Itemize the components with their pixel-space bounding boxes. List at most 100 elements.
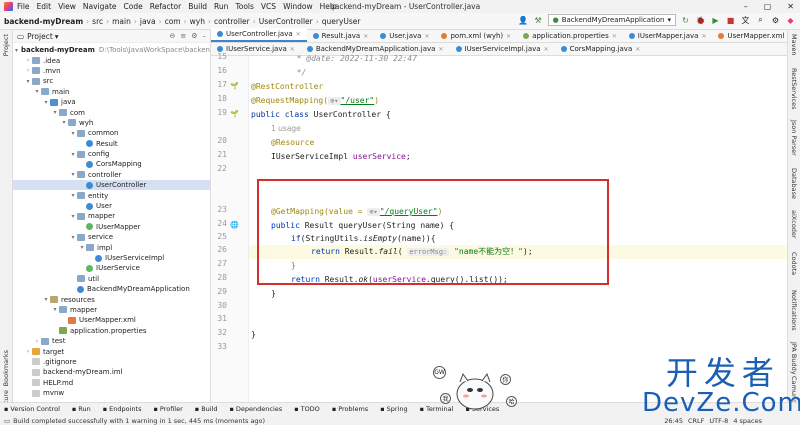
aixcoder-tool-button[interactable]: aiXcoder [790,210,798,239]
menu-file[interactable]: File [17,2,30,11]
status-26-45[interactable]: 26:45 [664,417,683,425]
translate-icon[interactable]: 文 [740,15,751,26]
chevron-down-icon[interactable]: ▾ [55,32,59,41]
menu-build[interactable]: Build [188,2,207,11]
chevron-down-icon[interactable]: ▾ [42,296,50,303]
chevron-down-icon[interactable]: ▾ [24,78,32,85]
editor-tab[interactable]: Result.java ✕ [307,30,375,42]
tree-item[interactable]: ▾ entity [13,190,210,200]
tree-item[interactable]: User [13,201,210,211]
chevron-down-icon[interactable]: ▾ [69,130,77,137]
tree-item[interactable]: UserMapper.xml [13,315,210,325]
tree-item[interactable]: ▾ src [13,76,210,86]
rerun-icon[interactable]: ↻ [680,15,691,26]
restservices-tool-button[interactable]: RestServices [790,68,798,110]
chevron-down-icon[interactable]: ▾ [69,213,77,220]
endpoint-icon[interactable]: 🌐 [230,221,239,229]
chevron-down-icon[interactable]: ▾ [69,171,77,178]
stop-icon[interactable]: ■ [725,15,736,26]
maven-tool-button[interactable]: Maven [790,34,798,56]
tree-item[interactable]: ▾ main [13,87,210,97]
tree-item[interactable]: ▾ com [13,107,210,117]
menu-vcs[interactable]: VCS [261,2,276,11]
profiler-tool-button[interactable]: ▪ Profiler [153,405,182,413]
spring-bean-icon[interactable]: 🌱 [230,110,239,118]
chevron-down-icon[interactable]: ▾ [15,47,18,54]
codota-tool-button[interactable]: Codota [790,252,798,275]
tree-item[interactable]: CorsMapping [13,159,210,169]
editor-tab[interactable]: IUserMapper.java ✕ [623,30,713,42]
coverage-icon[interactable]: ▶ [710,15,721,26]
database-tool-button[interactable]: Database [790,168,798,199]
chevron-down-icon[interactable]: ▾ [51,109,59,116]
menu-window[interactable]: Window [283,2,313,11]
maximize-icon[interactable]: ▢ [764,2,772,11]
code-area[interactable]: * @date: 2022-11-30 22:47 */ @RestContro… [249,54,787,402]
breadcrumb-item[interactable]: UserController [259,17,313,26]
user-icon[interactable]: 👤 [518,15,529,26]
tree-item[interactable]: ▾ wyh [13,118,210,128]
tree-item[interactable]: mvnw [13,388,210,398]
close-icon[interactable]: ✕ [787,2,794,11]
close-tab-icon[interactable]: ✕ [701,33,706,40]
problems-tool-button[interactable]: ▪ Problems [332,405,368,413]
breadcrumb-item[interactable]: com [165,17,181,26]
breadcrumb-item[interactable]: controller [214,17,250,26]
json-parser-tool-button[interactable]: Json Parser [790,120,798,156]
tree-item[interactable]: IUserMapper [13,222,210,232]
breadcrumb-item[interactable]: backend-myDream [4,17,83,26]
todo-tool-button[interactable]: ▪ TODO [294,405,320,413]
tree-item[interactable]: ▾ config [13,149,210,159]
notifications-tool-button[interactable]: Notifications [790,290,798,331]
tree-item[interactable]: Result [13,139,210,149]
project-view-selector[interactable]: Project [27,32,53,41]
hammer-icon[interactable]: ⚒ [533,15,544,26]
tree-item[interactable]: application.properties [13,326,210,336]
tree-item[interactable]: util [13,274,210,284]
tree-item[interactable]: backend-myDream.iml [13,367,210,377]
breadcrumb-item[interactable]: wyh [190,17,205,26]
tree-item[interactable]: IUserServiceImpl [13,253,210,263]
menu-tools[interactable]: Tools [235,2,253,11]
tree-item[interactable]: BackendMyDreamApplication [13,284,210,294]
tree-item[interactable]: › .mvn [13,66,210,76]
tree-item[interactable]: HELP.md [13,378,210,388]
menu-refactor[interactable]: Refactor [150,2,181,11]
close-tab-icon[interactable]: ✕ [506,33,511,40]
chevron-down-icon[interactable]: ▾ [78,244,86,251]
search-icon[interactable]: ⌕ [755,15,766,26]
tree-item[interactable]: › test [13,336,210,346]
breadcrumb-item[interactable]: java [140,17,156,26]
status-4-spaces[interactable]: 4 spaces [733,417,762,425]
close-tab-icon[interactable]: ✕ [363,33,368,40]
close-tab-icon[interactable]: ✕ [544,46,549,53]
menu-view[interactable]: View [58,2,76,11]
editor-tab[interactable]: User.java ✕ [374,30,435,42]
close-tab-icon[interactable]: ✕ [612,33,617,40]
menu-run[interactable]: Run [214,2,228,11]
hide-icon[interactable]: – [203,32,207,40]
gear-icon[interactable]: ⚙ [191,32,197,40]
spring-tool-button[interactable]: ▪ Spring [380,405,407,413]
bookmarks-tool-button[interactable]: Bookmarks [2,350,10,386]
editor-tab[interactable]: CorsMapping.java ✕ [555,43,647,55]
endpoints-tool-button[interactable]: ▪ Endpoints [103,405,142,413]
dependencies-tool-button[interactable]: ▪ Dependencies [230,405,283,413]
chevron-right-icon[interactable]: › [24,57,32,64]
breadcrumb-item[interactable]: queryUser [322,17,361,26]
menu-navigate[interactable]: Navigate [83,2,117,11]
tree-item[interactable]: ▾ common [13,128,210,138]
tree-item[interactable]: › .idea [13,55,210,65]
expand-icon[interactable]: ≡ [180,32,186,40]
tree-item[interactable]: › target [13,346,210,356]
jetbrains-icon[interactable]: ◆ [785,15,796,26]
chevron-down-icon[interactable]: ▾ [60,119,68,126]
editor-tab[interactable]: application.properties ✕ [517,30,623,42]
project-tool-button[interactable]: Project [2,34,10,56]
spring-bean-icon[interactable]: 🌱 [230,82,239,90]
tree-item[interactable]: ▾ mapper [13,211,210,221]
chevron-down-icon[interactable]: ▾ [51,306,59,313]
chevron-down-icon[interactable]: ▾ [69,151,77,158]
tree-item[interactable]: ▾ controller [13,170,210,180]
tree-item[interactable]: ▾ java [13,97,210,107]
